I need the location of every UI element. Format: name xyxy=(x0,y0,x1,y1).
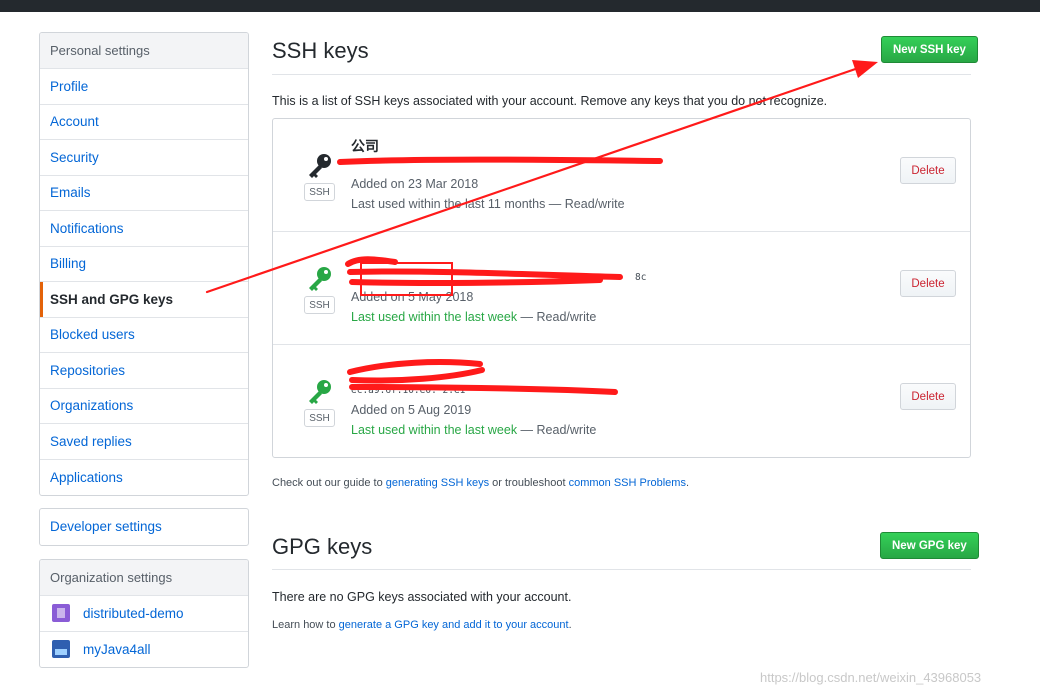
watermark: https://blog.csdn.net/weixin_43968053 xyxy=(760,670,982,685)
org-avatar-icon xyxy=(52,640,70,659)
key-icon xyxy=(309,267,331,291)
delete-ssh-key-button[interactable]: Delete xyxy=(900,270,956,297)
ssh-title-divider xyxy=(272,74,971,75)
sidebar-item-security[interactable]: Security xyxy=(40,140,248,176)
guide-middle: or troubleshoot xyxy=(489,477,569,489)
gpg-learn-text: Learn how to generate a GPG key and add … xyxy=(272,619,572,631)
ssh-key-row: SSH 8c Added on 5 May 2018 Last used wit… xyxy=(273,232,970,345)
last-used-text: Last used within the last week xyxy=(351,310,518,324)
sidebar-item-account[interactable]: Account xyxy=(40,105,248,140)
guide-prefix: Check out our guide to xyxy=(272,477,386,489)
common-ssh-problems-link[interactable]: common SSH Problems xyxy=(569,477,686,489)
access-level: — Read/write xyxy=(517,310,597,324)
last-used-text: Last used within the last 11 months xyxy=(351,197,546,211)
org-name: myJava4all xyxy=(83,641,151,657)
sidebar-item-saved-replies[interactable]: Saved replies xyxy=(40,424,248,460)
ssh-keys-title: SSH keys xyxy=(272,38,369,63)
org-name: distributed-demo xyxy=(83,605,184,621)
generate-gpg-key-link[interactable]: generate a GPG key and add it to your ac… xyxy=(339,619,569,631)
organization-settings-menu: Organization settings distributed-demo m… xyxy=(39,559,249,668)
ssh-key-added-date: Added on 23 Mar 2018 xyxy=(351,177,479,191)
ssh-keys-list: SSH 公司 Added on 23 Mar 2018 Last used wi… xyxy=(272,118,971,458)
sidebar-item-org-myjava4all[interactable]: myJava4all xyxy=(40,632,248,668)
top-bar xyxy=(0,0,1040,12)
guide-suffix: . xyxy=(685,477,690,489)
developer-settings-menu: Developer settings xyxy=(39,508,249,546)
ssh-badge: SSH xyxy=(304,183,335,201)
access-level: — Read/write xyxy=(545,197,625,211)
annotation-arrow-head xyxy=(852,60,878,78)
sidebar-item-ssh-gpg-keys[interactable]: SSH and GPG keys xyxy=(40,282,248,318)
delete-ssh-key-button[interactable]: Delete xyxy=(900,157,956,184)
ssh-key-row: SSH ec:a9:6f:10:e0: 2:e1 Added on 5 Aug … xyxy=(273,345,970,458)
sidebar-item-notifications[interactable]: Notifications xyxy=(40,211,248,247)
learn-prefix: Learn how to xyxy=(272,619,339,631)
gpg-keys-title: GPG keys xyxy=(272,534,373,559)
sidebar-item-blocked-users[interactable]: Blocked users xyxy=(40,318,248,353)
access-level: — Read/write xyxy=(517,423,597,437)
ssh-key-title: 公司 xyxy=(351,138,379,154)
ssh-key-last-used: Last used within the last week — Read/wr… xyxy=(351,423,596,437)
gpg-empty-message: There are no GPG keys associated with yo… xyxy=(272,590,572,604)
sidebar-item-applications[interactable]: Applications xyxy=(40,460,248,496)
sidebar-item-organizations[interactable]: Organizations xyxy=(40,389,248,424)
sidebar-item-emails[interactable]: Emails xyxy=(40,176,248,211)
key-icon xyxy=(309,380,331,404)
gpg-title-divider xyxy=(272,569,971,570)
sidebar-item-billing[interactable]: Billing xyxy=(40,247,248,282)
learn-suffix: . xyxy=(568,619,572,631)
ssh-badge: SSH xyxy=(304,296,335,314)
last-used-text: Last used within the last week xyxy=(351,423,518,437)
personal-settings-menu: Personal settings Profile Account Securi… xyxy=(39,32,249,496)
ssh-key-row: SSH 公司 Added on 23 Mar 2018 Last used wi… xyxy=(273,119,970,232)
new-gpg-key-button[interactable]: New GPG key xyxy=(880,532,979,559)
ssh-key-last-used: Last used within the last 11 months — Re… xyxy=(351,197,625,211)
ssh-key-added-date: Added on 5 May 2018 xyxy=(351,290,474,304)
org-avatar-icon xyxy=(52,604,70,623)
generating-ssh-keys-link[interactable]: generating SSH keys xyxy=(386,477,489,489)
key-icon xyxy=(309,154,331,178)
sidebar-item-repositories[interactable]: Repositories xyxy=(40,353,248,389)
sidebar-item-org-distributed-demo[interactable]: distributed-demo xyxy=(40,596,248,632)
sidebar-item-developer-settings[interactable]: Developer settings xyxy=(40,509,248,545)
ssh-keys-description: This is a list of SSH keys associated wi… xyxy=(272,94,828,108)
organization-settings-heading: Organization settings xyxy=(40,560,248,596)
new-ssh-key-button[interactable]: New SSH key xyxy=(881,36,978,63)
delete-ssh-key-button[interactable]: Delete xyxy=(900,383,956,410)
ssh-key-fingerprint: ec:a9:6f:10:e0: 2:e1 xyxy=(351,385,466,396)
ssh-key-added-date: Added on 5 Aug 2019 xyxy=(351,403,472,417)
ssh-guide-text: Check out our guide to generating SSH ke… xyxy=(272,477,689,489)
ssh-badge: SSH xyxy=(304,409,335,427)
ssh-key-fingerprint: 8c xyxy=(635,272,647,283)
personal-settings-heading: Personal settings xyxy=(40,33,248,69)
ssh-key-last-used: Last used within the last week — Read/wr… xyxy=(351,310,596,324)
sidebar-item-profile[interactable]: Profile xyxy=(40,69,248,105)
